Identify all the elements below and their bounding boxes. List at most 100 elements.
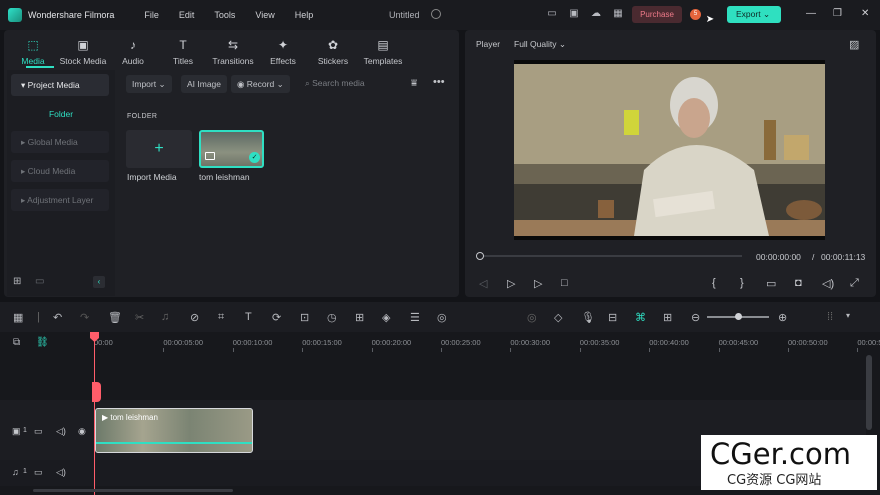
- tab-transitions[interactable]: ⇆ Transitions: [208, 32, 258, 66]
- focus-icon[interactable]: ⊞: [355, 311, 364, 324]
- purchase-button[interactable]: Purchase: [632, 6, 682, 23]
- tab-stock-media[interactable]: ▣ Stock Media: [58, 32, 108, 66]
- cut-icon[interactable]: ✂: [135, 311, 144, 324]
- add-track-icon[interactable]: ⧉: [13, 337, 20, 348]
- mouse-cursor-icon: ➤: [705, 14, 715, 25]
- ai-image-button[interactable]: AI Image: [181, 75, 228, 93]
- zoom-out-icon[interactable]: ⊖: [691, 311, 700, 324]
- crop-icon[interactable]: ⌗: [218, 311, 224, 324]
- stop-icon[interactable]: □: [561, 277, 568, 289]
- menu-file[interactable]: File: [144, 10, 159, 20]
- import-media-tile[interactable]: +: [126, 130, 192, 168]
- folder-icon[interactable]: ▭: [35, 276, 44, 287]
- close-icon[interactable]: ✕: [861, 8, 869, 19]
- fullscreen-icon[interactable]: ⤢: [850, 277, 859, 290]
- sidebar-item-folder[interactable]: Folder: [7, 109, 115, 119]
- horizontal-scrollbar[interactable]: [33, 489, 233, 492]
- playback-scrubber[interactable]: [480, 255, 742, 257]
- record-icon: ◉: [237, 79, 247, 89]
- volume-icon[interactable]: ◁): [822, 277, 834, 290]
- ai-copilot-icon[interactable]: ◎: [437, 311, 447, 324]
- mute-icon[interactable]: ◁): [56, 467, 66, 478]
- more-grid-icon[interactable]: ⁞⁞: [827, 311, 833, 323]
- tab-stickers[interactable]: ✿ Stickers: [308, 32, 358, 66]
- menu-tools[interactable]: Tools: [214, 10, 235, 20]
- tab-audio[interactable]: ♪ Audio: [108, 32, 158, 66]
- tab-effects[interactable]: ✦ Effects: [258, 32, 308, 66]
- delete-icon[interactable]: 🗑: [108, 311, 122, 324]
- chevron-down-icon[interactable]: ▾: [846, 311, 850, 320]
- audio-edit-icon[interactable]: ♫: [161, 311, 169, 323]
- ruler-tick: [649, 348, 651, 352]
- microphone-icon[interactable]: 🎙: [581, 311, 595, 324]
- tab-titles[interactable]: T Titles: [158, 32, 208, 66]
- record-dropdown[interactable]: ◉ Record ⌄: [231, 75, 290, 93]
- rotate-icon[interactable]: ⟳: [272, 311, 281, 324]
- new-folder-icon[interactable]: ⊞: [13, 276, 21, 287]
- link-icon[interactable]: ⛓: [36, 337, 49, 348]
- text-icon[interactable]: T: [245, 311, 252, 323]
- vertical-scrollbar[interactable]: [866, 355, 872, 430]
- filter-icon[interactable]: ⩸: [411, 78, 417, 89]
- collapse-sidebar-icon[interactable]: ‹: [93, 276, 105, 288]
- menu-view[interactable]: View: [255, 10, 274, 20]
- divider: |: [37, 311, 40, 323]
- keyframe-icon[interactable]: ◈: [382, 311, 390, 324]
- tab-media[interactable]: ⬚ Media: [8, 32, 58, 66]
- play-icon[interactable]: ▷: [534, 277, 542, 290]
- ruler-tick: [788, 348, 789, 352]
- text-t-icon: T: [179, 38, 187, 52]
- folder-track-icon[interactable]: ▭: [34, 467, 43, 478]
- folder-heading: FOLDER: [127, 113, 158, 120]
- mark-in-icon[interactable]: {: [712, 277, 716, 289]
- render-icon[interactable]: ◎: [527, 311, 537, 324]
- notification-badge[interactable]: 5: [690, 9, 701, 20]
- speed-icon[interactable]: ⊘: [190, 311, 199, 324]
- current-time: 00:00:00:00: [756, 252, 801, 262]
- menu-edit[interactable]: Edit: [179, 10, 195, 20]
- sidebar-item-project-media[interactable]: ▾ Project Media: [11, 74, 109, 96]
- layout-icon[interactable]: ▭: [546, 8, 558, 20]
- video-clip[interactable]: ▶ tom leishman: [95, 408, 253, 453]
- minimize-icon[interactable]: —: [806, 8, 816, 19]
- redo-icon[interactable]: ↷: [80, 311, 89, 324]
- display-icon[interactable]: ▭: [766, 277, 776, 290]
- more-options-icon[interactable]: •••: [433, 76, 445, 88]
- snap-icon[interactable]: ⌘: [635, 311, 646, 324]
- mark-out-icon[interactable]: }: [740, 277, 744, 289]
- audio-mix-icon[interactable]: ⊟: [608, 311, 617, 324]
- tab-templates[interactable]: ▤ Templates: [358, 32, 408, 66]
- maximize-icon[interactable]: ❐: [833, 8, 842, 19]
- sidebar-item-cloud-media[interactable]: ▸ Cloud Media: [11, 160, 109, 182]
- timer-icon[interactable]: ◷: [327, 311, 337, 324]
- grid-apps-icon[interactable]: ▦: [612, 8, 624, 20]
- media-thumbnail[interactable]: ✓: [199, 130, 264, 168]
- search-input[interactable]: ⌕ Search media: [305, 78, 365, 89]
- snapshot-image-icon[interactable]: ▨: [849, 38, 859, 51]
- eye-icon[interactable]: ◉: [78, 426, 86, 437]
- adjust-icon[interactable]: ☰: [410, 311, 420, 324]
- folder-track-icon[interactable]: ▭: [34, 426, 43, 437]
- save-icon[interactable]: ▣: [568, 8, 580, 20]
- export-button[interactable]: Export ⌄: [727, 6, 781, 23]
- scrubber-handle[interactable]: [476, 252, 484, 260]
- grid-layout-icon[interactable]: ▦: [13, 311, 23, 324]
- cloud-icon[interactable]: ☁: [590, 8, 602, 20]
- sidebar-item-global-media[interactable]: ▸ Global Media: [11, 131, 109, 153]
- import-dropdown[interactable]: Import ⌄: [126, 75, 172, 93]
- split-screen-icon[interactable]: ⊞: [663, 311, 672, 324]
- step-forward-icon[interactable]: ▷: [507, 277, 515, 290]
- menu-help[interactable]: Help: [295, 10, 314, 20]
- ruler-tick-label: 00:00:05:00: [163, 338, 204, 347]
- ai-frame-icon[interactable]: ⊡: [300, 311, 309, 324]
- playhead[interactable]: [94, 332, 95, 495]
- sidebar-item-adjustment-layer[interactable]: ▸ Adjustment Layer: [11, 189, 109, 211]
- camera-icon[interactable]: ◘: [795, 277, 802, 289]
- undo-icon[interactable]: ↶: [53, 311, 62, 324]
- quality-dropdown[interactable]: Full Quality ⌄: [514, 39, 566, 50]
- previous-frame-icon[interactable]: ◁: [479, 277, 487, 290]
- mute-icon[interactable]: ◁): [56, 426, 66, 437]
- marker-icon[interactable]: ◇: [554, 311, 562, 324]
- zoom-slider-handle[interactable]: [735, 313, 742, 320]
- zoom-in-icon[interactable]: ⊕: [778, 311, 787, 324]
